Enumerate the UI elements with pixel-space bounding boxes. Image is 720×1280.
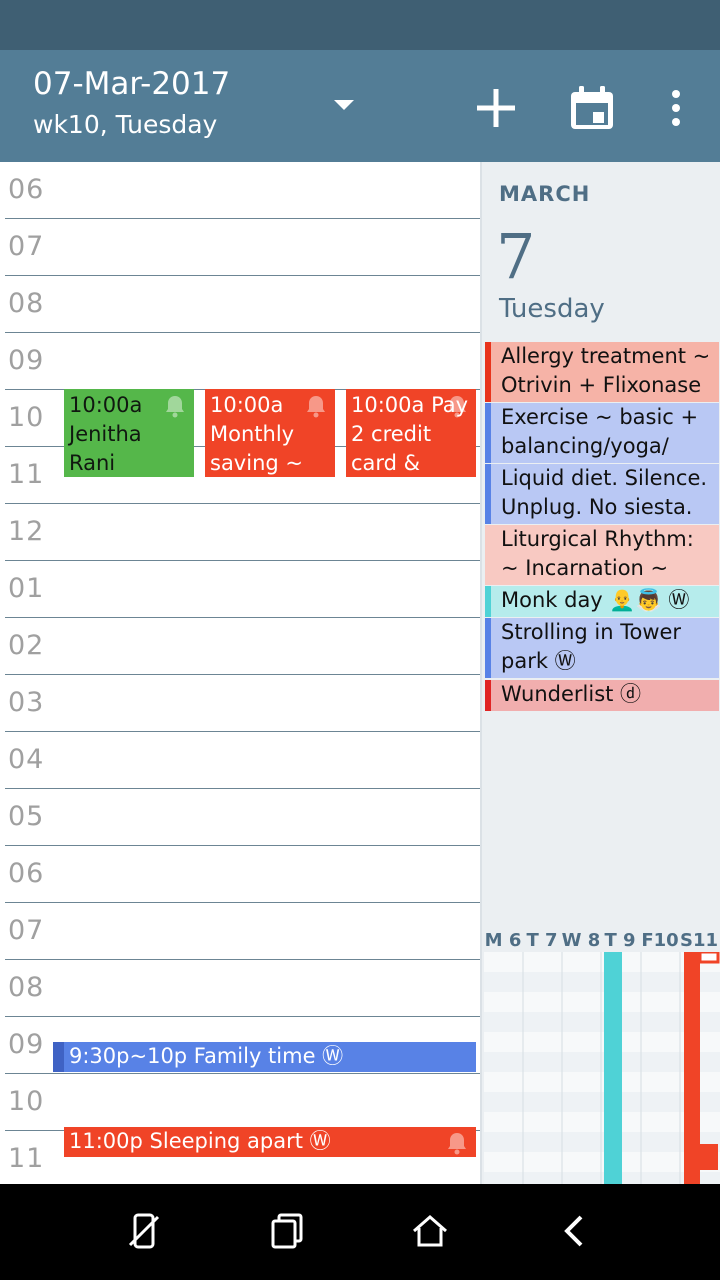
agenda-day-number: 7 [496, 220, 536, 293]
agenda-item-wunderlist[interactable]: Wunderlist ⓓ [485, 680, 719, 711]
hour-label: 06 [8, 174, 45, 205]
week-day-label[interactable]: F10 [640, 930, 680, 951]
event-line: 9:30p~10p Family time Ⓦ [69, 1044, 344, 1068]
home-icon [413, 1215, 447, 1247]
screen-rotate-button[interactable] [119, 1206, 169, 1256]
event-line: 2 credit [351, 422, 432, 446]
hour-row[interactable]: 07 [0, 219, 480, 276]
agenda-item-allergy[interactable]: Allergy treatment ~ Otrivin + Flixonase … [485, 342, 719, 402]
bell-icon [448, 396, 466, 418]
hour-label: 10 [8, 402, 45, 433]
mini-week-view[interactable]: M 6 T 7 W 8 T 9 F10 S11 [482, 926, 720, 1184]
agenda-item-text: Strolling in Tower park Ⓦ [501, 620, 682, 673]
agenda-day-of-week: Tuesday [499, 294, 605, 324]
hour-row[interactable]: 10 [0, 1074, 480, 1131]
event-line: saving ~ [210, 451, 303, 475]
hour-label: 02 [8, 630, 45, 661]
hour-label: 05 [8, 801, 45, 832]
hour-label: 12 [8, 516, 45, 547]
week-day-label[interactable]: T 9 [600, 930, 640, 951]
week-day-label[interactable]: W 8 [561, 930, 601, 951]
hour-label: 09 [8, 1029, 45, 1060]
today-button[interactable] [564, 80, 620, 136]
hour-row[interactable]: 08 [0, 960, 480, 1017]
calendar-icon [571, 86, 613, 129]
event-line: Monthly [210, 422, 295, 446]
hour-row[interactable]: 09 [0, 333, 480, 390]
event-line: Rani [69, 451, 116, 475]
agenda-item-text: Monk day 👨‍🦲👼 Ⓦ [501, 588, 690, 612]
hour-row[interactable]: 03 [0, 675, 480, 732]
week-day-label[interactable]: M 6 [483, 930, 523, 951]
hour-label: 01 [8, 573, 45, 604]
agenda-item-strolling[interactable]: Strolling in Tower park Ⓦ [485, 618, 719, 678]
day-agenda-panel: MARCH 7 Tuesday Allergy treatment ~ Otri… [480, 162, 720, 1184]
week-day-label[interactable]: T 7 [522, 930, 562, 951]
home-button[interactable] [405, 1206, 455, 1256]
mini-week-grid [484, 952, 720, 1184]
event-pay-credit-card[interactable]: 10:00a Pay 2 credit card & [346, 389, 476, 477]
agenda-item-text: Liturgical Rhythm: ~ Incarnation ~ GOD [501, 527, 694, 580]
agenda-item-liturgical[interactable]: Liturgical Rhythm: ~ Incarnation ~ GOD [485, 525, 719, 585]
more-vert-icon [672, 90, 680, 126]
header-week[interactable]: wk10, Tuesday [33, 110, 217, 139]
back-icon [564, 1215, 583, 1247]
rotate-lock-icon [128, 1213, 160, 1249]
plus-icon [477, 89, 515, 127]
hour-label: 04 [8, 744, 45, 775]
agenda-month: MARCH [499, 182, 591, 206]
hour-label: 06 [8, 858, 45, 889]
event-line: card & [351, 451, 421, 475]
agenda-item-text: Wunderlist ⓓ [501, 682, 642, 706]
back-button[interactable] [550, 1206, 600, 1256]
event-monthly-saving[interactable]: 10:00a Monthly saving ~ [205, 389, 335, 477]
bell-icon [448, 1133, 466, 1155]
event-family-time-marker [53, 1042, 64, 1072]
event-line: Jenitha [69, 422, 142, 446]
agenda-item-text: Allergy treatment ~ Otrivin + Flixonase … [501, 344, 711, 397]
hour-row[interactable]: 05 [0, 789, 480, 846]
system-nav-bar [0, 1184, 720, 1280]
hour-row[interactable]: 06 [0, 846, 480, 903]
status-bar [0, 0, 720, 50]
more-options-button[interactable] [648, 80, 704, 136]
recent-apps-icon [271, 1213, 303, 1249]
agenda-item-text: Exercise ~ basic + balancing/yoga/ [501, 405, 699, 458]
hour-label: 03 [8, 687, 45, 718]
hour-label: 08 [8, 288, 45, 319]
hour-label: 09 [8, 345, 45, 376]
event-jenitha[interactable]: 10:00a Jenitha Rani [64, 389, 194, 477]
hour-label: 07 [8, 231, 45, 262]
app-bar: 07-Mar-2017 wk10, Tuesday [0, 50, 720, 162]
week-day-label[interactable]: S11 [679, 930, 719, 951]
hour-row[interactable]: 02 [0, 618, 480, 675]
header-date[interactable]: 07-Mar-2017 [33, 66, 230, 102]
hour-row[interactable]: 06 [0, 162, 480, 219]
chevron-down-icon[interactable] [332, 98, 356, 112]
hour-label: 07 [8, 915, 45, 946]
day-time-grid[interactable]: 06 07 08 09 10 11 12 01 02 03 04 05 06 07 08 09 10 11 10:… [0, 162, 480, 1184]
hour-label: 10 [8, 1086, 45, 1117]
add-event-button[interactable] [468, 80, 524, 136]
agenda-item-text: Liquid diet. Silence. Unplug. No siesta. [501, 466, 708, 519]
event-line: 11:00p Sleeping apart Ⓦ [69, 1129, 331, 1153]
hour-label: 11 [8, 1143, 45, 1174]
event-family-time[interactable]: 9:30p~10p Family time Ⓦ [64, 1042, 476, 1072]
hour-row[interactable]: 08 [0, 276, 480, 333]
recent-apps-button[interactable] [262, 1206, 312, 1256]
agenda-item-liquid-diet[interactable]: Liquid diet. Silence. Unplug. No siesta. [485, 464, 719, 524]
event-sleeping-apart[interactable]: 11:00p Sleeping apart Ⓦ [64, 1127, 476, 1157]
hour-label: 08 [8, 972, 45, 1003]
hour-label: 11 [8, 459, 45, 490]
agenda-item-exercise[interactable]: Exercise ~ basic + balancing/yoga/ [485, 403, 719, 463]
agenda-item-monk-day[interactable]: Monk day 👨‍🦲👼 Ⓦ [485, 586, 719, 617]
hour-row[interactable]: 07 [0, 903, 480, 960]
bell-icon [166, 396, 184, 418]
bell-icon [307, 396, 325, 418]
hour-row[interactable]: 04 [0, 732, 480, 789]
hour-row[interactable]: 12 [0, 504, 480, 561]
hour-row[interactable]: 01 [0, 561, 480, 618]
